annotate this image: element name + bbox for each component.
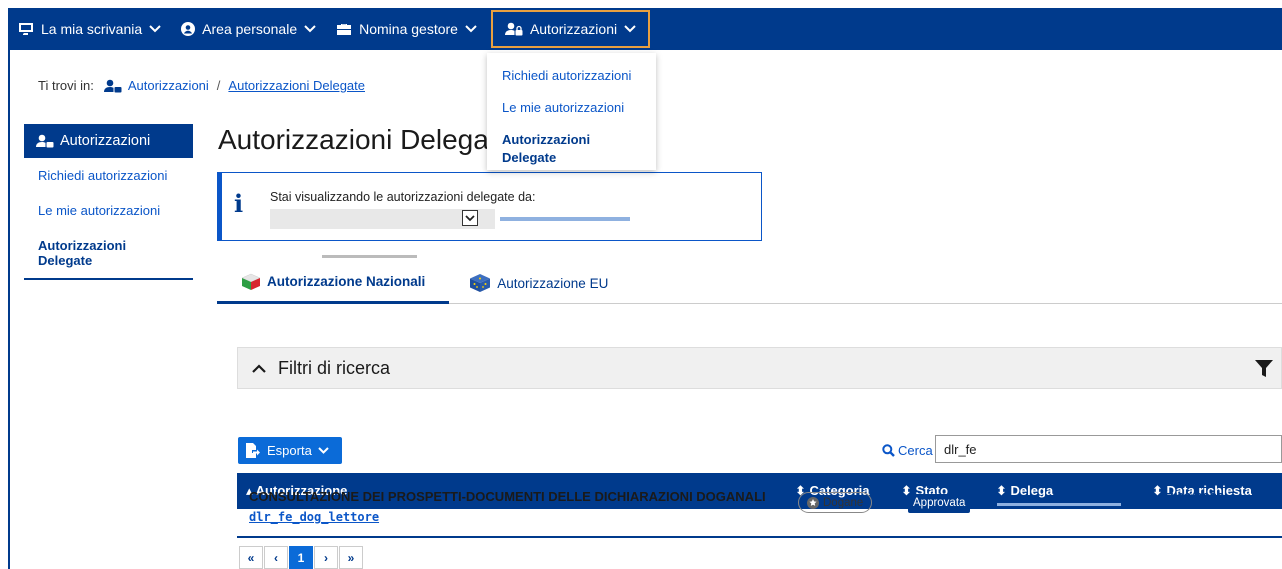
chevron-up-icon	[252, 363, 266, 373]
pagination-prev-button[interactable]: ‹	[264, 546, 288, 569]
dropdown-item-autorizzazioni-delegate[interactable]: Autorizzazioni Delegate	[487, 131, 656, 165]
search-input[interactable]	[935, 435, 1282, 463]
category-pill: Dogane	[798, 492, 873, 513]
filters-panel-header[interactable]: Filtri di ricerca	[237, 347, 1282, 389]
nav-label: Autorizzazioni	[529, 21, 618, 37]
search-label: Cerca	[882, 443, 933, 458]
pagination-last-button[interactable]: »	[339, 546, 363, 569]
sidebar-item-autorizzazioni-delegate[interactable]: Autorizzazioni Delegate	[24, 228, 193, 280]
tab-autorizzazione-nazionali[interactable]: Autorizzazione Nazionali	[217, 262, 450, 304]
breadcrumb: Ti trovi in: Autorizzazioni / Autorizzaz…	[38, 78, 365, 93]
cube-eu-icon	[469, 273, 491, 293]
page-title: Autorizzazioni Delegate	[218, 124, 513, 155]
export-label: Esporta	[267, 443, 312, 458]
sidebar-item-richiedi-autorizzazioni[interactable]: Richiedi autorizzazioni	[24, 158, 193, 193]
nav-label: Nomina gestore	[359, 21, 458, 37]
pagination-first-button[interactable]: «	[239, 546, 263, 569]
row-date: 07/09/2022	[1159, 490, 1225, 505]
pagination-page-1[interactable]: 1	[289, 546, 313, 569]
nav-item-nomina-gestore[interactable]: Nomina gestore	[326, 8, 487, 50]
breadcrumb-separator: /	[216, 78, 221, 93]
cube-italy-icon	[241, 273, 261, 291]
chevron-down-icon	[465, 25, 477, 33]
redacted-delega	[997, 503, 1121, 506]
search-icon	[882, 444, 895, 457]
search-label-text: Cerca	[898, 443, 933, 458]
export-button[interactable]: Esporta	[238, 437, 342, 464]
user-lock-icon	[36, 134, 54, 148]
row-description: CONSULTAZIONE DEI PROSPETTI-DOCUMENTI DE…	[249, 489, 766, 504]
filter-icon[interactable]	[1255, 360, 1273, 378]
nav-item-la-mia-scrivania[interactable]: La mia scrivania	[8, 8, 171, 50]
nav-label: La mia scrivania	[41, 21, 143, 37]
info-box: i Stai visualizzando le autorizzazioni d…	[217, 172, 762, 258]
sidebar: Autorizzazioni Richiedi autorizzazioni L…	[24, 124, 193, 280]
nav-item-autorizzazioni[interactable]: Autorizzazioni	[490, 10, 651, 48]
user-circle-icon	[181, 22, 196, 36]
info-icon: i	[234, 189, 244, 218]
user-lock-icon	[103, 79, 122, 93]
star-icon	[807, 496, 819, 509]
tab-label: Autorizzazione Nazionali	[267, 274, 426, 289]
chevron-down-icon[interactable]	[462, 210, 478, 226]
breadcrumb-item-autorizzazioni[interactable]: Autorizzazioni	[128, 78, 209, 93]
delegator-select[interactable]	[270, 209, 495, 258]
chevron-down-icon	[304, 25, 316, 33]
chevron-down-icon	[624, 25, 636, 33]
redacted-value	[322, 255, 417, 258]
breadcrumb-prefix: Ti trovi in:	[38, 78, 94, 93]
category-label: Dogane	[823, 496, 864, 509]
status-badge: Approvata	[908, 494, 971, 513]
frame-left-border	[8, 50, 10, 569]
chevron-down-icon	[318, 447, 329, 454]
user-lock-icon	[504, 22, 523, 36]
sidebar-title: Autorizzazioni	[60, 133, 151, 149]
nav-item-area-personale[interactable]: Area personale	[171, 8, 326, 50]
nav-label: Area personale	[202, 21, 298, 37]
dropdown-item-richiedi-autorizzazioni[interactable]: Richiedi autorizzazioni	[487, 67, 656, 99]
tab-autorizzazione-eu[interactable]: Autorizzazione EU	[449, 262, 632, 304]
briefcase-icon	[336, 23, 352, 36]
table-row: CONSULTAZIONE DEI PROSPETTI-DOCUMENTI DE…	[237, 482, 1282, 538]
sidebar-header: Autorizzazioni	[24, 124, 193, 158]
file-export-icon	[246, 443, 260, 458]
breadcrumb-item-autorizzazioni-delegate[interactable]: Autorizzazioni Delegate	[228, 78, 365, 93]
dropdown-item-le-mie-autorizzazioni[interactable]: Le mie autorizzazioni	[487, 99, 656, 131]
tab-label: Autorizzazione EU	[497, 275, 609, 291]
chevron-down-icon	[149, 25, 161, 33]
desktop-icon	[18, 22, 34, 36]
redacted-link	[500, 217, 630, 221]
row-code-link[interactable]: dlr_fe_dog_lettore	[249, 510, 379, 524]
pagination: « ‹ 1 › »	[239, 546, 364, 569]
info-text: Stai visualizzando le autorizzazioni del…	[270, 190, 536, 204]
sidebar-item-le-mie-autorizzazioni[interactable]: Le mie autorizzazioni	[24, 193, 193, 228]
tab-bar: Autorizzazione Nazionali Autorizzazione …	[217, 262, 1282, 304]
filters-label: Filtri di ricerca	[278, 357, 391, 378]
autorizzazioni-dropdown-menu: Richiedi autorizzazioni Le mie autorizza…	[487, 53, 656, 170]
top-navigation-bar: La mia scrivania Area personale Nomina g…	[8, 8, 1282, 50]
pagination-next-button[interactable]: ›	[314, 546, 338, 569]
